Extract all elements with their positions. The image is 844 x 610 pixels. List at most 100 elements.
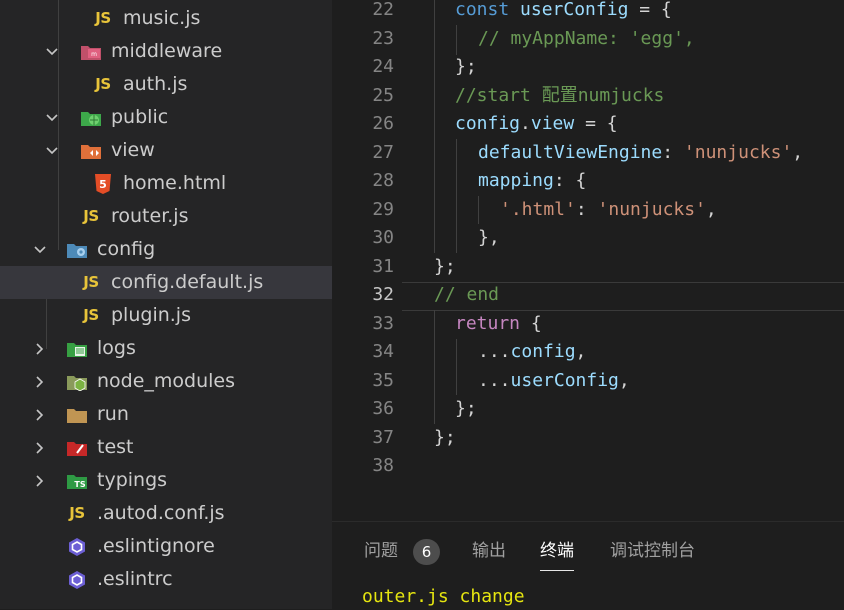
chevron-right-icon[interactable] <box>30 431 50 466</box>
code-line[interactable]: 37}; <box>332 424 844 453</box>
explorer-item-config[interactable]: config <box>0 233 332 266</box>
code-line[interactable]: 26 config.view = { <box>332 110 844 139</box>
code-line[interactable]: 34 ...config, <box>332 338 844 367</box>
explorer-item-logs[interactable]: logs <box>0 332 332 365</box>
code-line[interactable]: 36}; <box>332 395 844 424</box>
code-token: : <box>662 141 684 163</box>
code-editor[interactable]: 22 const userConfig = {23 // myAppName: 'e… <box>332 0 844 521</box>
explorer-item-label: view <box>111 139 155 161</box>
explorer-item-config-default-js[interactable]: JS config.default.js <box>0 266 332 299</box>
code-line[interactable]: 28 mapping: { <box>332 167 844 196</box>
code-line[interactable]: 27 defaultViewEngine: 'nunjucks', <box>332 139 844 168</box>
chevron-down-icon[interactable] <box>42 101 62 136</box>
code-line[interactable]: 38 <box>332 452 844 481</box>
code-token: }; <box>455 398 477 419</box>
explorer-item-eslintrc[interactable]: .eslintrc <box>0 563 332 596</box>
explorer-item-label: music.js <box>123 7 201 29</box>
explorer-item-node-modules[interactable]: node_modules <box>0 365 332 398</box>
node-modules-folder-icon <box>66 371 88 392</box>
line-number: 28 <box>372 170 394 191</box>
code-line[interactable]: 25 //start 配置numjucks <box>332 82 844 111</box>
explorer-item-auth-js[interactable]: JS auth.js <box>0 68 332 101</box>
explorer-item-label: plugin.js <box>111 304 191 326</box>
code-token: userConfig <box>520 0 629 20</box>
folder-icon <box>66 404 88 425</box>
code-line[interactable]: 31}; <box>332 253 844 282</box>
explorer-item-home-html[interactable]: 5 home.html <box>0 167 332 200</box>
code-text: // end <box>434 281 499 310</box>
tab-problems[interactable]: 问题 <box>364 536 398 570</box>
code-line[interactable]: 33 return { <box>332 310 844 339</box>
svg-text:TS: TS <box>74 480 85 489</box>
code-text: config.view = { <box>455 110 618 139</box>
code-token: return <box>455 312 521 334</box>
line-number: 24 <box>372 56 394 77</box>
chevron-right-icon[interactable] <box>30 464 50 499</box>
line-number: 38 <box>372 455 394 476</box>
code-line[interactable]: 29 '.html': 'nunjucks', <box>332 196 844 225</box>
code-text: mapping: { <box>478 167 586 196</box>
explorer-item-run[interactable]: run <box>0 398 332 431</box>
terminal-output-line: outer.js change <box>362 586 525 607</box>
chevron-down-icon[interactable] <box>42 35 62 70</box>
explorer-item-label: test <box>97 436 134 458</box>
chevron-right-icon[interactable] <box>30 332 50 367</box>
explorer-item-eslintignore[interactable]: .eslintignore <box>0 530 332 563</box>
code-text: }; <box>455 53 477 82</box>
explorer-item-label: home.html <box>123 172 227 194</box>
explorer-item-label: public <box>111 106 169 128</box>
code-token: // end <box>434 284 500 305</box>
line-number: 33 <box>372 312 394 334</box>
code-line[interactable]: 23 // myAppName: 'egg', <box>332 25 844 54</box>
code-token: = { <box>574 113 618 134</box>
tab-terminal[interactable]: 终端 <box>540 536 574 571</box>
js-file-icon: JS <box>83 273 99 291</box>
explorer-item-public[interactable]: public <box>0 101 332 134</box>
code-token: config <box>510 341 576 362</box>
code-text: }; <box>434 253 456 282</box>
explorer-item-music-js[interactable]: JS music.js <box>0 2 332 35</box>
chevron-right-icon[interactable] <box>30 398 50 433</box>
code-token: // myAppName: 'egg', <box>478 27 695 49</box>
js-file-icon: JS <box>83 207 99 225</box>
js-file-icon: JS <box>83 306 99 324</box>
js-file-icon: JS <box>69 504 85 522</box>
code-line[interactable]: 24}; <box>332 53 844 82</box>
code-text: // myAppName: 'egg', <box>478 25 695 54</box>
chevron-right-icon[interactable] <box>30 365 50 400</box>
explorer-item-router-js[interactable]: JS router.js <box>0 200 332 233</box>
explorer-item-middleware[interactable]: m middleware <box>0 35 332 68</box>
code-token: ... <box>478 341 511 362</box>
explorer-item-label: node_modules <box>97 370 236 392</box>
code-line[interactable]: 22 const userConfig = { <box>332 0 844 25</box>
explorer-item-plugin-js[interactable]: JS plugin.js <box>0 299 332 332</box>
explorer-item-view[interactable]: view <box>0 134 332 167</box>
chevron-down-icon[interactable] <box>42 134 62 169</box>
line-number: 34 <box>372 341 394 362</box>
code-line[interactable]: 35 ...userConfig, <box>332 367 844 396</box>
eslint-icon <box>66 569 88 590</box>
tab-output[interactable]: 输出 <box>472 536 506 570</box>
tab-debug-console[interactable]: 调试控制台 <box>610 536 695 570</box>
code-line[interactable]: 30}, <box>332 224 844 253</box>
explorer-item-label: run <box>97 403 129 425</box>
explorer-item-label: .autod.conf.js <box>97 502 225 524</box>
chevron-down-icon[interactable] <box>30 233 50 268</box>
explorer-item-label: auth.js <box>123 73 188 95</box>
code-text: //start 配置numjucks <box>455 82 664 111</box>
code-line[interactable]: 32 // end <box>332 281 844 310</box>
code-token: , <box>705 198 717 220</box>
explorer-item-label: logs <box>97 337 136 359</box>
code-text: defaultViewEngine: 'nunjucks', <box>478 139 803 168</box>
line-number: 25 <box>372 84 394 106</box>
code-token: : { <box>553 170 587 191</box>
explorer-item-label: config.default.js <box>111 271 264 293</box>
explorer-sidebar: JS music.js m middleware JS auth.js public view… <box>0 0 332 609</box>
explorer-item-typings[interactable]: TS typings <box>0 464 332 497</box>
code-token: { <box>520 312 542 334</box>
explorer-item-label: .eslintrc <box>97 568 173 590</box>
code-token: , <box>792 141 804 163</box>
config-folder-icon <box>66 239 88 260</box>
explorer-item-test[interactable]: test <box>0 431 332 464</box>
explorer-item-autod-conf-js[interactable]: JS .autod.conf.js <box>0 497 332 530</box>
